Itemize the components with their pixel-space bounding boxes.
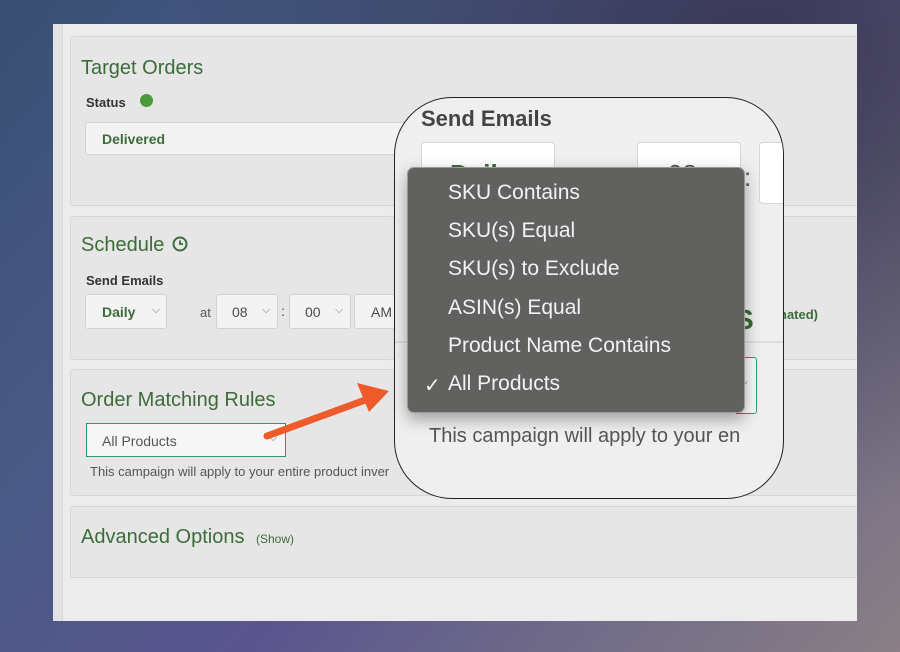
annotation-arrow-icon [263,383,389,440]
